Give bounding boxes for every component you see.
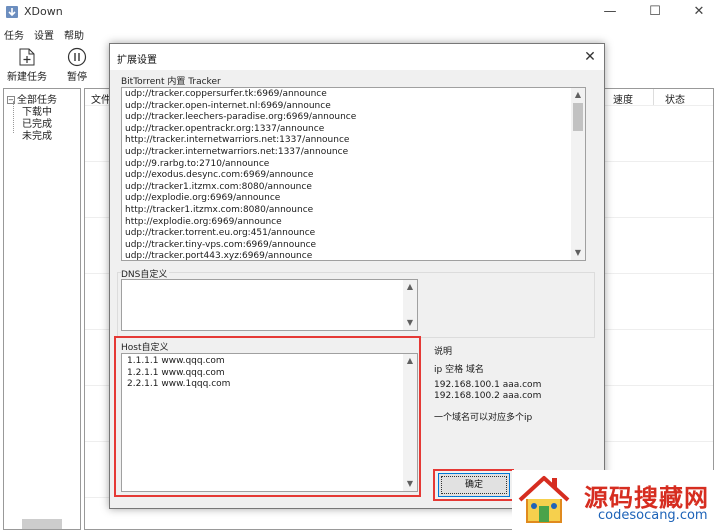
- watermark-en: codesocang.com: [598, 508, 708, 523]
- text-line: udp://exodus.desync.com:6969/announce: [125, 170, 314, 181]
- scroll-up-icon[interactable]: ▲: [571, 88, 585, 102]
- dns-scrollbar[interactable]: ▲ ▼: [403, 280, 417, 330]
- text-line: udp://tracker.coppersurfer.tk:6969/annou…: [125, 89, 327, 99]
- extension-settings-dialog: 扩展设置 ✕ BitTorrent 内置 Tracker udp://track…: [109, 43, 605, 509]
- tracker-label: BitTorrent 内置 Tracker: [121, 74, 221, 87]
- host-scrollbar[interactable]: ▲ ▼: [403, 354, 417, 491]
- maximize-button[interactable]: ☐: [640, 2, 670, 22]
- text-line: udp://tracker.opentrackr.org:1337/announ…: [125, 123, 325, 134]
- text-line: udp://tracker.open-internet.nl:6969/anno…: [125, 100, 331, 111]
- minimize-button[interactable]: —: [595, 2, 625, 22]
- tree-item-incomplete[interactable]: 未完成: [22, 127, 52, 142]
- menu-help[interactable]: 帮助: [64, 27, 84, 42]
- text-line: 1.1.1.1 www.qqq.com: [127, 356, 225, 366]
- scroll-down-icon[interactable]: ▼: [403, 477, 417, 491]
- tracker-lines: udp://tracker.coppersurfer.tk:6969/annou…: [125, 89, 571, 261]
- scroll-thumb[interactable]: [573, 103, 583, 131]
- text-line: 2.2.1.1 www.1qqq.com: [127, 379, 231, 390]
- menu-bar: 任务 设置 帮助: [0, 24, 718, 42]
- new-task-label: 新建任务: [7, 72, 47, 83]
- house-logo-icon: [518, 476, 570, 523]
- tree-connector: [13, 101, 14, 133]
- tracker-textarea[interactable]: udp://tracker.coppersurfer.tk:6969/annou…: [121, 87, 586, 261]
- pause-button[interactable]: 暂停: [52, 46, 102, 84]
- title-bar: XDown — ☐ ✕: [0, 0, 718, 24]
- pause-label: 暂停: [67, 72, 87, 83]
- column-status[interactable]: 状态: [665, 89, 685, 106]
- help-example-1: 192.168.100.1 aaa.com: [434, 380, 542, 390]
- text-line: udp://tracker.tiny-vps.com:6969/announce: [125, 239, 317, 250]
- ok-label: 确定: [464, 480, 483, 490]
- new-task-button[interactable]: 新建任务: [2, 46, 52, 84]
- dns-textarea[interactable]: ▲ ▼: [121, 279, 418, 331]
- text-line: udp://tracker.torrent.eu.org:451/announc…: [125, 228, 316, 239]
- help-note: 一个域名可以对应多个ip: [434, 413, 533, 423]
- scroll-down-icon[interactable]: ▼: [403, 316, 417, 330]
- column-separator: [653, 89, 654, 105]
- column-speed[interactable]: 速度: [613, 89, 633, 106]
- host-lines: 1.1.1.1 www.qqq.com 1.2.1.1 www.qqq.com 2.…: [127, 356, 403, 391]
- text-line: udp://tracker.leechers-paradise.org:6969…: [125, 112, 357, 123]
- host-textarea[interactable]: 1.1.1.1 www.qqq.com 1.2.1.1 www.qqq.com 2.…: [121, 353, 418, 492]
- text-line: udp://explodie.org:6969/announce: [125, 193, 281, 204]
- text-line: udp://tracker1.itzmx.com:8080/announce: [125, 181, 312, 192]
- host-label: Host自定义: [121, 340, 169, 353]
- pause-icon: [67, 47, 87, 67]
- menu-settings[interactable]: 设置: [34, 27, 54, 42]
- ok-button[interactable]: 确定: [438, 473, 510, 497]
- dialog-title-bar: 扩展设置 ✕: [110, 44, 604, 70]
- text-line: udp://tracker.port443.xyz:6969/announce: [125, 251, 313, 261]
- text-line: http://tracker.internetwarriors.net:1337…: [125, 135, 350, 146]
- dialog-close-button[interactable]: ✕: [580, 47, 600, 67]
- app-title: XDown: [24, 5, 63, 18]
- new-file-icon: [19, 48, 35, 66]
- tree-scrollbar[interactable]: [22, 519, 62, 529]
- help-title: 说明: [434, 347, 453, 357]
- task-tree: − 全部任务 下载中 已完成 未完成: [3, 88, 81, 530]
- scroll-up-icon[interactable]: ▲: [403, 354, 417, 368]
- text-line: http://tracker1.itzmx.com:8080/announce: [125, 204, 314, 215]
- tracker-scrollbar[interactable]: ▲ ▼: [571, 88, 585, 260]
- text-line: 1.2.1.1 www.qqq.com: [127, 367, 225, 378]
- text-line: udp://tracker.internetwarriors.net:1337/…: [125, 146, 349, 157]
- app-icon: [6, 6, 18, 18]
- menu-task[interactable]: 任务: [4, 27, 24, 42]
- watermark: 源码搜藏网 codesocang.com: [512, 470, 718, 530]
- close-window-button[interactable]: ✕: [684, 2, 714, 22]
- help-example-2: 192.168.100.2 aaa.com: [434, 391, 542, 401]
- column-file[interactable]: 文件: [91, 89, 111, 106]
- dialog-title: 扩展设置: [117, 55, 157, 66]
- scroll-down-icon[interactable]: ▼: [571, 246, 585, 260]
- text-line: http://explodie.org:6969/announce: [125, 216, 282, 227]
- scroll-up-icon[interactable]: ▲: [403, 280, 417, 294]
- text-line: udp://9.rarbg.to:2710/announce: [125, 158, 270, 169]
- help-format: ip 空格 域名: [434, 365, 484, 375]
